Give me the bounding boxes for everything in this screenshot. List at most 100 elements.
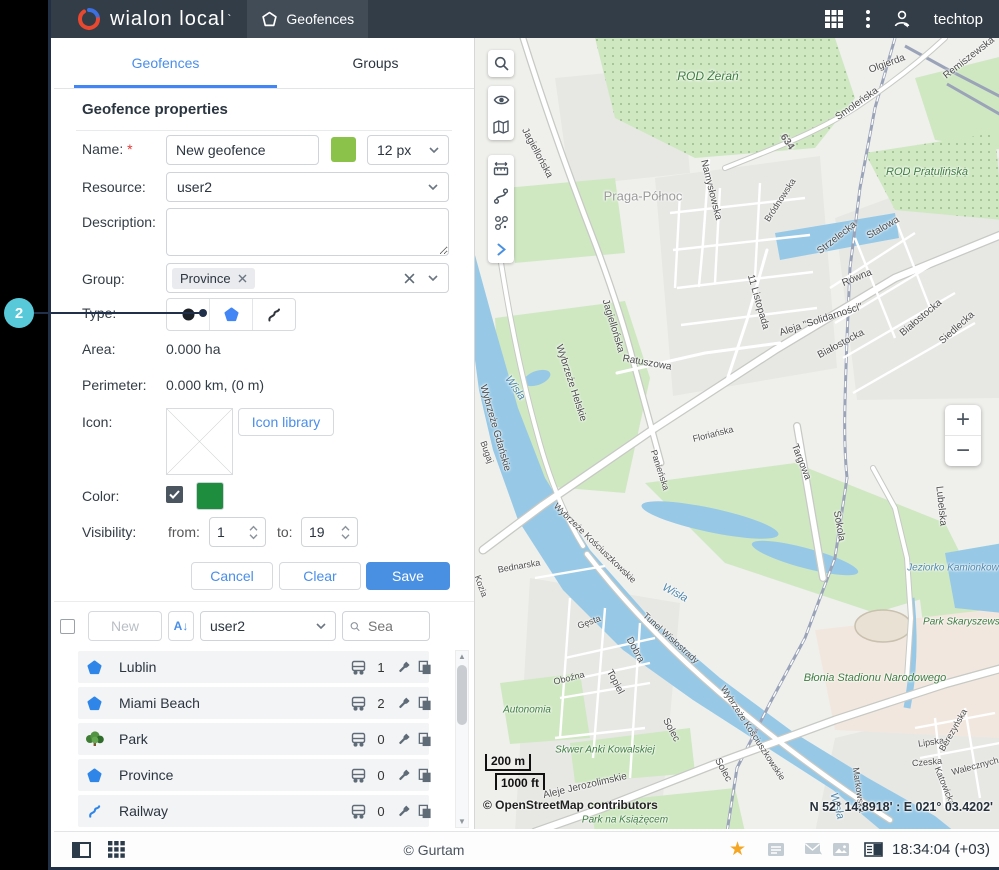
zoom-out-button[interactable]: −	[945, 436, 981, 466]
stepper-arrows-icon[interactable]	[341, 525, 350, 540]
panel-toggle-icon[interactable]	[72, 832, 91, 867]
from-label: from:	[168, 524, 200, 540]
cancel-button[interactable]: Cancel	[191, 562, 273, 590]
properties-wrench-icon[interactable]	[396, 768, 411, 783]
group-chip-label: Province	[180, 271, 231, 286]
expand-chevron-icon[interactable]	[488, 236, 514, 263]
map-search-tool[interactable]	[488, 50, 514, 77]
color-checkbox[interactable]	[166, 486, 183, 503]
icon-library-button[interactable]: Icon library	[238, 408, 334, 436]
resource-select[interactable]: user2	[166, 172, 449, 202]
type-polygon-button[interactable]	[210, 299, 253, 330]
font-size-value: 12 px	[377, 142, 411, 158]
geofence-color-swatch[interactable]	[196, 482, 224, 510]
type-line-button[interactable]	[253, 299, 295, 330]
zoom-in-button[interactable]: +	[945, 405, 981, 436]
scale-metric: 200 m	[485, 754, 531, 771]
user-icon[interactable]	[892, 9, 912, 29]
copy-icon[interactable]	[417, 660, 432, 675]
group-chip[interactable]: Province	[172, 268, 255, 289]
geofence-name: Lublin	[119, 659, 156, 675]
map-canvas[interactable]: ROD ŻerańRemiszewskaOlgierdaSmoleńskaROD…	[474, 38, 999, 829]
copy-icon[interactable]	[417, 732, 432, 747]
search-icon	[350, 620, 360, 633]
font-size-select[interactable]: 12 px	[367, 135, 449, 165]
list-item-miami-beach[interactable]: Miami Beach 2	[78, 687, 429, 719]
osm-attribution[interactable]: © OpenStreetMap contributors	[483, 798, 658, 812]
scrollbar-thumb[interactable]	[457, 665, 467, 725]
group-select[interactable]: Province	[166, 263, 449, 293]
chip-remove-icon[interactable]	[238, 274, 247, 283]
images-icon[interactable]	[832, 832, 850, 867]
properties-wrench-icon[interactable]	[396, 732, 411, 747]
route-icon[interactable]	[488, 182, 514, 209]
name-label: Name: *	[82, 141, 133, 157]
list-item-province[interactable]: Province 0	[78, 759, 429, 791]
copy-icon[interactable]	[417, 696, 432, 711]
clear-selection-icon[interactable]	[404, 273, 415, 284]
polygon-geofence-icon	[87, 768, 102, 783]
star-icon[interactable]: ★	[729, 832, 746, 867]
sort-button[interactable]: A↓	[168, 611, 194, 641]
logo-text: wialon local	[110, 8, 225, 31]
visibility-from-stepper[interactable]: 1	[209, 517, 266, 547]
top-bar: wialon local` Geofences	[51, 0, 999, 38]
description-textarea[interactable]	[166, 208, 449, 256]
stepper-arrows-icon[interactable]	[249, 525, 258, 540]
map-measure-tools	[488, 155, 514, 263]
scroll-up-icon[interactable]: ▲	[456, 652, 468, 661]
properties-wrench-icon[interactable]	[396, 660, 411, 675]
geofence-name: Railway	[119, 803, 168, 819]
area-label: Area:	[82, 341, 115, 357]
perimeter-label: Perimeter:	[82, 377, 147, 393]
tab-geofences[interactable]: Geofences	[64, 38, 267, 88]
perimeter-value: 0.000 km, (0 m)	[166, 377, 264, 393]
type-button-group	[166, 298, 296, 331]
kebab-menu-icon[interactable]	[866, 10, 870, 28]
visibility-to-stepper[interactable]: 19	[301, 517, 358, 547]
icon-label: Icon:	[82, 414, 112, 430]
tree-image-icon	[84, 731, 106, 747]
eye-icon[interactable]	[488, 86, 514, 113]
linked-points-icon[interactable]	[488, 209, 514, 236]
units-icon	[350, 767, 367, 783]
required-asterisk: *	[127, 141, 132, 157]
annotation-badge: 2	[4, 298, 34, 328]
description-label: Description:	[82, 214, 156, 230]
layers-map-icon[interactable]	[488, 113, 514, 140]
search-input[interactable]	[366, 617, 422, 635]
list-scrollbar[interactable]: ▲ ▼	[455, 650, 469, 828]
save-button[interactable]: Save	[366, 562, 450, 590]
copy-icon[interactable]	[417, 804, 432, 819]
wialon-logo: wialon local`	[77, 7, 231, 31]
section-title: Geofence properties	[82, 101, 228, 118]
notes-icon[interactable]	[767, 832, 785, 867]
properties-wrench-icon[interactable]	[396, 804, 411, 819]
measure-ruler-icon[interactable]	[488, 155, 514, 182]
copy-icon[interactable]	[417, 768, 432, 783]
units-count: 0	[372, 804, 390, 819]
dashboard-icon[interactable]	[864, 832, 883, 867]
new-geofence-button[interactable]: New	[88, 611, 162, 641]
select-all-checkbox[interactable]	[60, 619, 75, 634]
topbar-tab-geofences[interactable]: Geofences	[247, 0, 368, 38]
polygon-geofence-icon	[87, 696, 102, 711]
name-input[interactable]	[166, 135, 319, 165]
units-icon	[350, 803, 367, 819]
mail-send-icon[interactable]	[804, 832, 824, 867]
scroll-down-icon[interactable]: ▼	[456, 817, 468, 826]
name-color-swatch[interactable]	[331, 137, 356, 162]
apps-grid-icon[interactable]	[824, 9, 844, 29]
username[interactable]: techtop	[934, 11, 983, 28]
properties-wrench-icon[interactable]	[396, 696, 411, 711]
apps-grid-icon[interactable]	[108, 832, 125, 867]
tab-groups[interactable]: Groups	[274, 38, 474, 88]
map-tiles	[475, 38, 999, 829]
list-item-railway[interactable]: Railway 0	[78, 795, 429, 827]
list-item-park[interactable]: Park 0	[78, 723, 429, 755]
list-item-lublin[interactable]: Lublin 1	[78, 651, 429, 683]
resource-filter-value: user2	[210, 618, 245, 634]
search-icon[interactable]	[488, 50, 514, 77]
resource-filter-select[interactable]: user2	[200, 611, 336, 641]
clear-button[interactable]: Clear	[279, 562, 361, 590]
